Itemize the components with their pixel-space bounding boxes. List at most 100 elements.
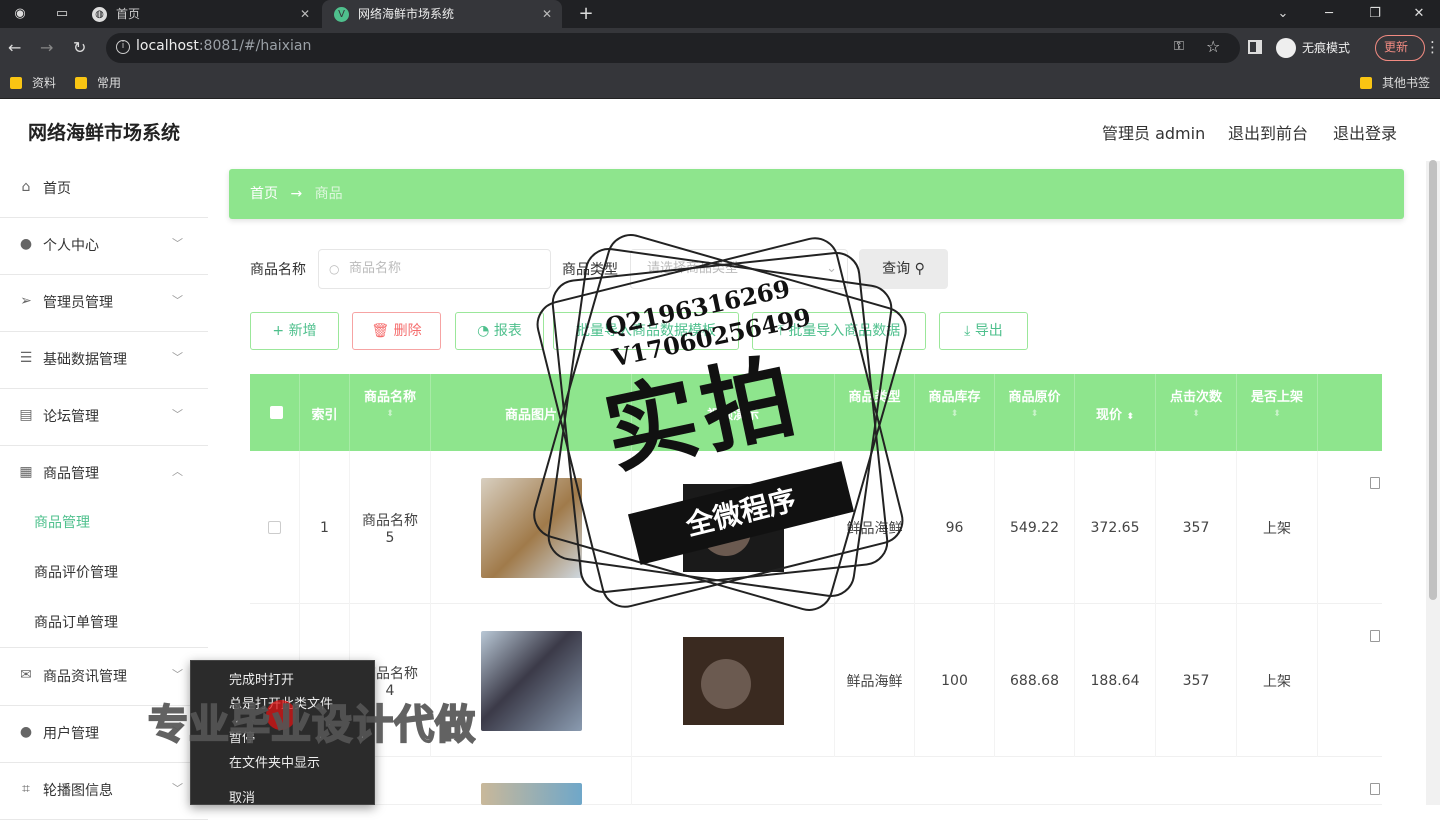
- row-type: 鲜品海鲜: [835, 604, 915, 757]
- side-panel-icon[interactable]: [1248, 40, 1262, 54]
- close-tab-icon[interactable]: ✕: [542, 0, 552, 28]
- col-stock[interactable]: 商品库存 ⬍: [915, 374, 995, 451]
- col-actions: [1318, 374, 1382, 451]
- tab-title: 首页: [116, 7, 141, 21]
- table-row[interactable]: [250, 757, 1382, 805]
- browser-toolbar: ← → ↻ i localhost:8081/#/haixian ⚿ ☆ 无痕模…: [0, 28, 1440, 68]
- bookmark-folder-changyong[interactable]: 常用: [75, 74, 121, 92]
- address-bar[interactable]: i localhost:8081/#/haixian ⚿ ☆: [106, 33, 1240, 63]
- incognito-indicator[interactable]: 无痕模式: [1276, 37, 1350, 59]
- back-icon[interactable]: ←: [8, 38, 21, 58]
- close-window-icon[interactable]: ✕: [1396, 0, 1440, 28]
- document-icon[interactable]: [1370, 783, 1380, 795]
- row-clicks: 357: [1156, 604, 1237, 757]
- tab-search-icon[interactable]: ▭: [52, 4, 72, 24]
- product-photo: [480, 783, 582, 805]
- col-clicks[interactable]: 点击次数 ⬍: [1156, 374, 1237, 451]
- table-header: 索引 商品名称 ⬍ 商品图片 视频演示 商品类型 ⬍ 商品库存 ⬍ 商品原价 ⬍ 现价 …: [250, 374, 1382, 451]
- video-thumbnail[interactable]: [682, 483, 784, 572]
- row-name: 商品名称5: [350, 451, 431, 604]
- row-video[interactable]: [632, 604, 835, 757]
- folder-icon: [75, 77, 87, 89]
- document-icon[interactable]: [1370, 630, 1380, 642]
- menu-item-cancel[interactable]: 取消: [229, 787, 255, 806]
- forward-icon[interactable]: →: [40, 38, 53, 58]
- row-status: 上架: [1237, 451, 1318, 604]
- row-original-price: 688.68: [995, 604, 1075, 757]
- row-stock: 96: [915, 451, 995, 604]
- trash-icon: 🗑: [371, 323, 394, 339]
- col-on-sale[interactable]: 是否上架 ⬍: [1237, 374, 1318, 451]
- query-button[interactable]: 查询 ⚲: [859, 249, 948, 289]
- tab-list-chevron-icon[interactable]: ⌄: [1260, 0, 1306, 28]
- product-photo: [480, 630, 582, 731]
- download-icon: ⤓: [964, 323, 975, 339]
- row-checkbox[interactable]: [250, 451, 300, 604]
- goods-type-select[interactable]: 请选择商品类型 ⌄: [630, 249, 848, 289]
- export-button[interactable]: ⤓ 导出: [939, 312, 1028, 350]
- upload-icon: ⤒: [777, 323, 789, 339]
- row-clicks: 357: [1156, 451, 1237, 604]
- add-button[interactable]: + 新增: [250, 312, 339, 350]
- breadcrumb: 首页 → 商品: [229, 169, 1404, 219]
- goods-name-search-input[interactable]: 商品名称: [318, 249, 551, 289]
- col-price[interactable]: 现价 ⬍: [1075, 374, 1156, 451]
- video-thumbnail[interactable]: [682, 636, 784, 725]
- tab-title: 网络海鲜市场系统: [358, 7, 455, 21]
- select-all-checkbox[interactable]: [250, 374, 300, 451]
- bookmarks-bar: 资料 常用 其他书签: [0, 68, 1440, 99]
- close-tab-icon[interactable]: ✕: [300, 0, 310, 28]
- row-actions: [1318, 604, 1382, 757]
- bookmark-folder-ziliao[interactable]: 资料: [10, 74, 56, 92]
- row-index: 1: [300, 451, 350, 604]
- row-status: 上架: [1237, 604, 1318, 757]
- import-template-button[interactable]: 批量导入商品数据模板: [553, 312, 739, 350]
- reload-icon[interactable]: ↻: [73, 38, 86, 58]
- product-photo: [480, 477, 582, 578]
- row-type: 鲜品海鲜: [835, 451, 915, 604]
- search-icon: ⚲: [914, 261, 925, 277]
- update-button[interactable]: 更新: [1375, 35, 1440, 61]
- folder-icon: [10, 77, 22, 89]
- chrome-menu-icon[interactable]: ◉: [10, 4, 30, 24]
- row-video[interactable]: [632, 451, 835, 604]
- col-original-price[interactable]: 商品原价 ⬍: [995, 374, 1075, 451]
- breadcrumb-home[interactable]: 首页: [250, 186, 278, 202]
- row-image: [431, 451, 632, 604]
- col-type[interactable]: 商品类型 ⬍: [835, 374, 915, 451]
- password-key-icon[interactable]: ⚿: [1174, 39, 1184, 54]
- goods-name-label: 商品名称: [250, 262, 306, 278]
- browser-tab-app[interactable]: V 网络海鲜市场系统 ✕: [322, 0, 562, 28]
- bookmark-star-icon[interactable]: ☆: [1206, 37, 1220, 56]
- document-icon[interactable]: [1370, 477, 1380, 489]
- delete-button[interactable]: 🗑 删除: [352, 312, 441, 350]
- chevron-down-icon: ⌄: [826, 261, 837, 276]
- pie-chart-icon: ◔: [477, 323, 494, 339]
- minimize-icon[interactable]: ─: [1306, 0, 1352, 28]
- url-text[interactable]: localhost:8081/#/haixian: [136, 38, 311, 54]
- batch-import-button[interactable]: ⤒ 批量导入商品数据: [752, 312, 926, 350]
- row-price: 372.65: [1075, 451, 1156, 604]
- goods-type-label: 商品类型: [562, 262, 618, 278]
- vue-logo-icon: V: [334, 7, 349, 22]
- folder-icon: [1360, 77, 1372, 89]
- row-price: 188.64: [1075, 604, 1156, 757]
- col-name[interactable]: 商品名称 ⬍: [350, 374, 431, 451]
- menu-item-show-in-folder[interactable]: 在文件夹中显示: [229, 752, 320, 771]
- menu-item-open-when-done[interactable]: 完成时打开: [229, 669, 294, 688]
- row-stock: 100: [915, 604, 995, 757]
- breadcrumb-arrow: →: [290, 186, 303, 202]
- report-button[interactable]: ◔ 报表: [455, 312, 544, 350]
- browser-tab-home[interactable]: ◍ 首页 ✕: [80, 0, 320, 28]
- row-actions: [1318, 451, 1382, 604]
- breadcrumb-current: 商品: [314, 186, 343, 202]
- col-index[interactable]: 索引: [300, 374, 350, 451]
- text-watermark: 专业毕业设计代做: [147, 701, 476, 749]
- globe-icon: ◍: [92, 7, 107, 22]
- col-video: 视频演示: [632, 374, 835, 451]
- site-info-icon[interactable]: i: [116, 40, 130, 54]
- table-row[interactable]: 1 商品名称5 鲜品海鲜 96 549.22 372.65 357 上架: [250, 451, 1382, 604]
- new-tab-icon[interactable]: +: [576, 4, 596, 24]
- restore-icon[interactable]: ❐: [1352, 0, 1398, 28]
- bookmark-folder-other[interactable]: 其他书签: [1360, 74, 1430, 92]
